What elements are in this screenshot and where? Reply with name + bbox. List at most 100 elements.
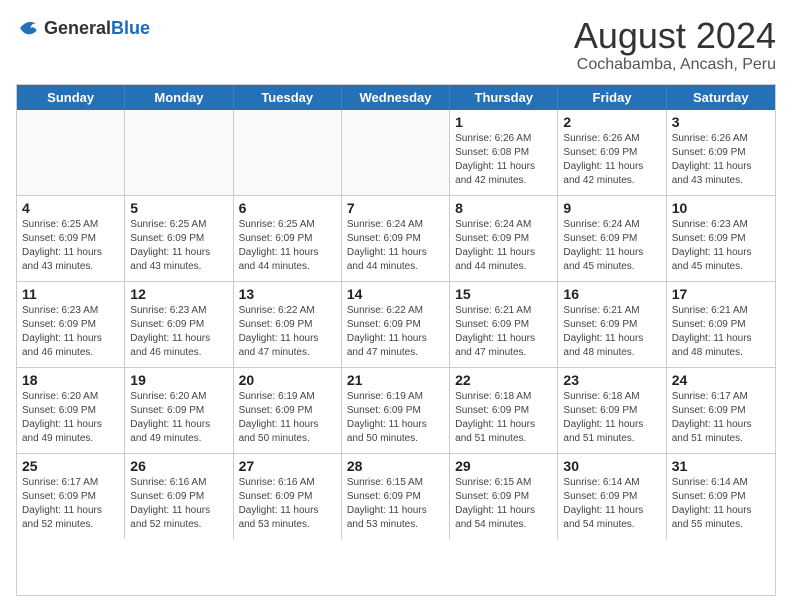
day-cell: 13 Sunrise: 6:22 AM Sunset: 6:09 PM Dayli… bbox=[234, 282, 342, 367]
day-cell: 21 Sunrise: 6:19 AM Sunset: 6:09 PM Dayli… bbox=[342, 368, 450, 453]
day-info: Sunrise: 6:22 AM Sunset: 6:09 PM Dayligh… bbox=[347, 304, 444, 360]
day-cell: 9Sunrise: 6:24 AM Sunset: 6:09 PM Daylig… bbox=[558, 196, 666, 281]
day-cell: 27 Sunrise: 6:16 AM Sunset: 6:09 PM Dayli… bbox=[234, 454, 342, 539]
logo-blue: Blue bbox=[111, 18, 150, 38]
day-info: Sunrise: 6:23 AM Sunset: 6:09 PM Dayligh… bbox=[672, 218, 770, 274]
day-cell: 22Sunrise: 6:18 AM Sunset: 6:09 PM Dayli… bbox=[450, 368, 558, 453]
day-number: 15 bbox=[455, 286, 552, 302]
logo: GeneralBlue bbox=[16, 16, 150, 40]
day-info: Sunrise: 6:21 AM Sunset: 6:09 PM Dayligh… bbox=[672, 304, 770, 360]
day-cell: 17 Sunrise: 6:21 AM Sunset: 6:09 PM Dayli… bbox=[667, 282, 775, 367]
day-info: Sunrise: 6:24 AM Sunset: 6:09 PM Dayligh… bbox=[347, 218, 444, 274]
day-info: Sunrise: 6:26 AM Sunset: 6:08 PM Dayligh… bbox=[455, 132, 552, 188]
day-number: 21 bbox=[347, 372, 444, 388]
day-info: Sunrise: 6:22 AM Sunset: 6:09 PM Dayligh… bbox=[239, 304, 336, 360]
day-header-sunday: Sunday bbox=[17, 85, 125, 110]
month-title: August 2024 bbox=[574, 16, 776, 56]
day-header-friday: Friday bbox=[558, 85, 666, 110]
week-row-4: 18Sunrise: 6:20 AM Sunset: 6:09 PM Dayli… bbox=[17, 368, 775, 454]
day-number: 4 bbox=[22, 200, 119, 216]
day-cell: 3Sunrise: 6:26 AM Sunset: 6:09 PM Daylig… bbox=[667, 110, 775, 195]
calendar: SundayMondayTuesdayWednesdayThursdayFrid… bbox=[16, 84, 776, 596]
day-headers: SundayMondayTuesdayWednesdayThursdayFrid… bbox=[17, 85, 775, 110]
calendar-body: 1Sunrise: 6:26 AM Sunset: 6:08 PM Daylig… bbox=[17, 110, 775, 539]
day-cell: 16 Sunrise: 6:21 AM Sunset: 6:09 PM Dayli… bbox=[558, 282, 666, 367]
day-cell: 24 Sunrise: 6:17 AM Sunset: 6:09 PM Dayli… bbox=[667, 368, 775, 453]
day-cell bbox=[234, 110, 342, 195]
day-number: 22 bbox=[455, 372, 552, 388]
day-cell bbox=[17, 110, 125, 195]
day-cell: 14 Sunrise: 6:22 AM Sunset: 6:09 PM Dayli… bbox=[342, 282, 450, 367]
day-number: 9 bbox=[563, 200, 660, 216]
day-number: 28 bbox=[347, 458, 444, 474]
day-info: Sunrise: 6:17 AM Sunset: 6:09 PM Dayligh… bbox=[672, 390, 770, 446]
day-number: 10 bbox=[672, 200, 770, 216]
week-row-1: 1Sunrise: 6:26 AM Sunset: 6:08 PM Daylig… bbox=[17, 110, 775, 196]
day-info: Sunrise: 6:16 AM Sunset: 6:09 PM Dayligh… bbox=[130, 476, 227, 532]
day-number: 19 bbox=[130, 372, 227, 388]
week-row-2: 4 Sunrise: 6:25 AM Sunset: 6:09 PM Daylig… bbox=[17, 196, 775, 282]
day-cell: 28 Sunrise: 6:15 AM Sunset: 6:09 PM Dayli… bbox=[342, 454, 450, 539]
day-number: 30 bbox=[563, 458, 660, 474]
day-info: Sunrise: 6:14 AM Sunset: 6:09 PM Dayligh… bbox=[672, 476, 770, 532]
day-info: Sunrise: 6:16 AM Sunset: 6:09 PM Dayligh… bbox=[239, 476, 336, 532]
week-row-3: 11Sunrise: 6:23 AM Sunset: 6:09 PM Dayli… bbox=[17, 282, 775, 368]
day-cell: 1Sunrise: 6:26 AM Sunset: 6:08 PM Daylig… bbox=[450, 110, 558, 195]
header-right: August 2024 Cochabamba, Ancash, Peru bbox=[574, 16, 776, 74]
day-info: Sunrise: 6:15 AM Sunset: 6:09 PM Dayligh… bbox=[347, 476, 444, 532]
day-number: 13 bbox=[239, 286, 336, 302]
day-cell: 19 Sunrise: 6:20 AM Sunset: 6:09 PM Dayli… bbox=[125, 368, 233, 453]
day-number: 2 bbox=[563, 114, 660, 130]
day-info: Sunrise: 6:25 AM Sunset: 6:09 PM Dayligh… bbox=[239, 218, 336, 274]
day-cell: 18Sunrise: 6:20 AM Sunset: 6:09 PM Dayli… bbox=[17, 368, 125, 453]
day-info: Sunrise: 6:25 AM Sunset: 6:09 PM Dayligh… bbox=[22, 218, 119, 274]
header: GeneralBlue August 2024 Cochabamba, Anca… bbox=[16, 16, 776, 74]
day-number: 6 bbox=[239, 200, 336, 216]
day-number: 12 bbox=[130, 286, 227, 302]
day-number: 23 bbox=[563, 372, 660, 388]
logo-general: General bbox=[44, 18, 111, 38]
day-cell: 30 Sunrise: 6:14 AM Sunset: 6:09 PM Dayli… bbox=[558, 454, 666, 539]
day-cell: 8 Sunrise: 6:24 AM Sunset: 6:09 PM Daylig… bbox=[450, 196, 558, 281]
day-cell: 15 Sunrise: 6:21 AM Sunset: 6:09 PM Dayli… bbox=[450, 282, 558, 367]
day-number: 16 bbox=[563, 286, 660, 302]
day-info: Sunrise: 6:25 AM Sunset: 6:09 PM Dayligh… bbox=[130, 218, 227, 274]
day-cell: 23Sunrise: 6:18 AM Sunset: 6:09 PM Dayli… bbox=[558, 368, 666, 453]
day-cell: 6 Sunrise: 6:25 AM Sunset: 6:09 PM Daylig… bbox=[234, 196, 342, 281]
day-number: 27 bbox=[239, 458, 336, 474]
day-number: 31 bbox=[672, 458, 770, 474]
day-header-monday: Monday bbox=[125, 85, 233, 110]
day-cell: 4 Sunrise: 6:25 AM Sunset: 6:09 PM Daylig… bbox=[17, 196, 125, 281]
day-info: Sunrise: 6:17 AM Sunset: 6:09 PM Dayligh… bbox=[22, 476, 119, 532]
day-number: 5 bbox=[130, 200, 227, 216]
day-number: 24 bbox=[672, 372, 770, 388]
day-info: Sunrise: 6:23 AM Sunset: 6:09 PM Dayligh… bbox=[22, 304, 119, 360]
day-cell: 25 Sunrise: 6:17 AM Sunset: 6:09 PM Dayli… bbox=[17, 454, 125, 539]
day-info: Sunrise: 6:14 AM Sunset: 6:09 PM Dayligh… bbox=[563, 476, 660, 532]
day-header-thursday: Thursday bbox=[450, 85, 558, 110]
day-cell: 7 Sunrise: 6:24 AM Sunset: 6:09 PM Daylig… bbox=[342, 196, 450, 281]
day-info: Sunrise: 6:21 AM Sunset: 6:09 PM Dayligh… bbox=[455, 304, 552, 360]
day-cell: 29 Sunrise: 6:15 AM Sunset: 6:09 PM Dayli… bbox=[450, 454, 558, 539]
day-info: Sunrise: 6:21 AM Sunset: 6:09 PM Dayligh… bbox=[563, 304, 660, 360]
day-number: 29 bbox=[455, 458, 552, 474]
week-row-5: 25 Sunrise: 6:17 AM Sunset: 6:09 PM Dayli… bbox=[17, 454, 775, 539]
day-info: Sunrise: 6:23 AM Sunset: 6:09 PM Dayligh… bbox=[130, 304, 227, 360]
day-cell: 11Sunrise: 6:23 AM Sunset: 6:09 PM Dayli… bbox=[17, 282, 125, 367]
day-number: 17 bbox=[672, 286, 770, 302]
day-info: Sunrise: 6:24 AM Sunset: 6:09 PM Dayligh… bbox=[455, 218, 552, 274]
day-info: Sunrise: 6:20 AM Sunset: 6:09 PM Dayligh… bbox=[130, 390, 227, 446]
day-number: 8 bbox=[455, 200, 552, 216]
day-cell: 31 Sunrise: 6:14 AM Sunset: 6:09 PM Dayli… bbox=[667, 454, 775, 539]
day-number: 25 bbox=[22, 458, 119, 474]
day-header-tuesday: Tuesday bbox=[234, 85, 342, 110]
day-info: Sunrise: 6:15 AM Sunset: 6:09 PM Dayligh… bbox=[455, 476, 552, 532]
day-info: Sunrise: 6:26 AM Sunset: 6:09 PM Dayligh… bbox=[672, 132, 770, 188]
day-number: 14 bbox=[347, 286, 444, 302]
day-info: Sunrise: 6:19 AM Sunset: 6:09 PM Dayligh… bbox=[239, 390, 336, 446]
day-number: 7 bbox=[347, 200, 444, 216]
day-cell bbox=[342, 110, 450, 195]
day-cell: 12 Sunrise: 6:23 AM Sunset: 6:09 PM Dayli… bbox=[125, 282, 233, 367]
day-info: Sunrise: 6:19 AM Sunset: 6:09 PM Dayligh… bbox=[347, 390, 444, 446]
logo-icon bbox=[16, 16, 40, 40]
